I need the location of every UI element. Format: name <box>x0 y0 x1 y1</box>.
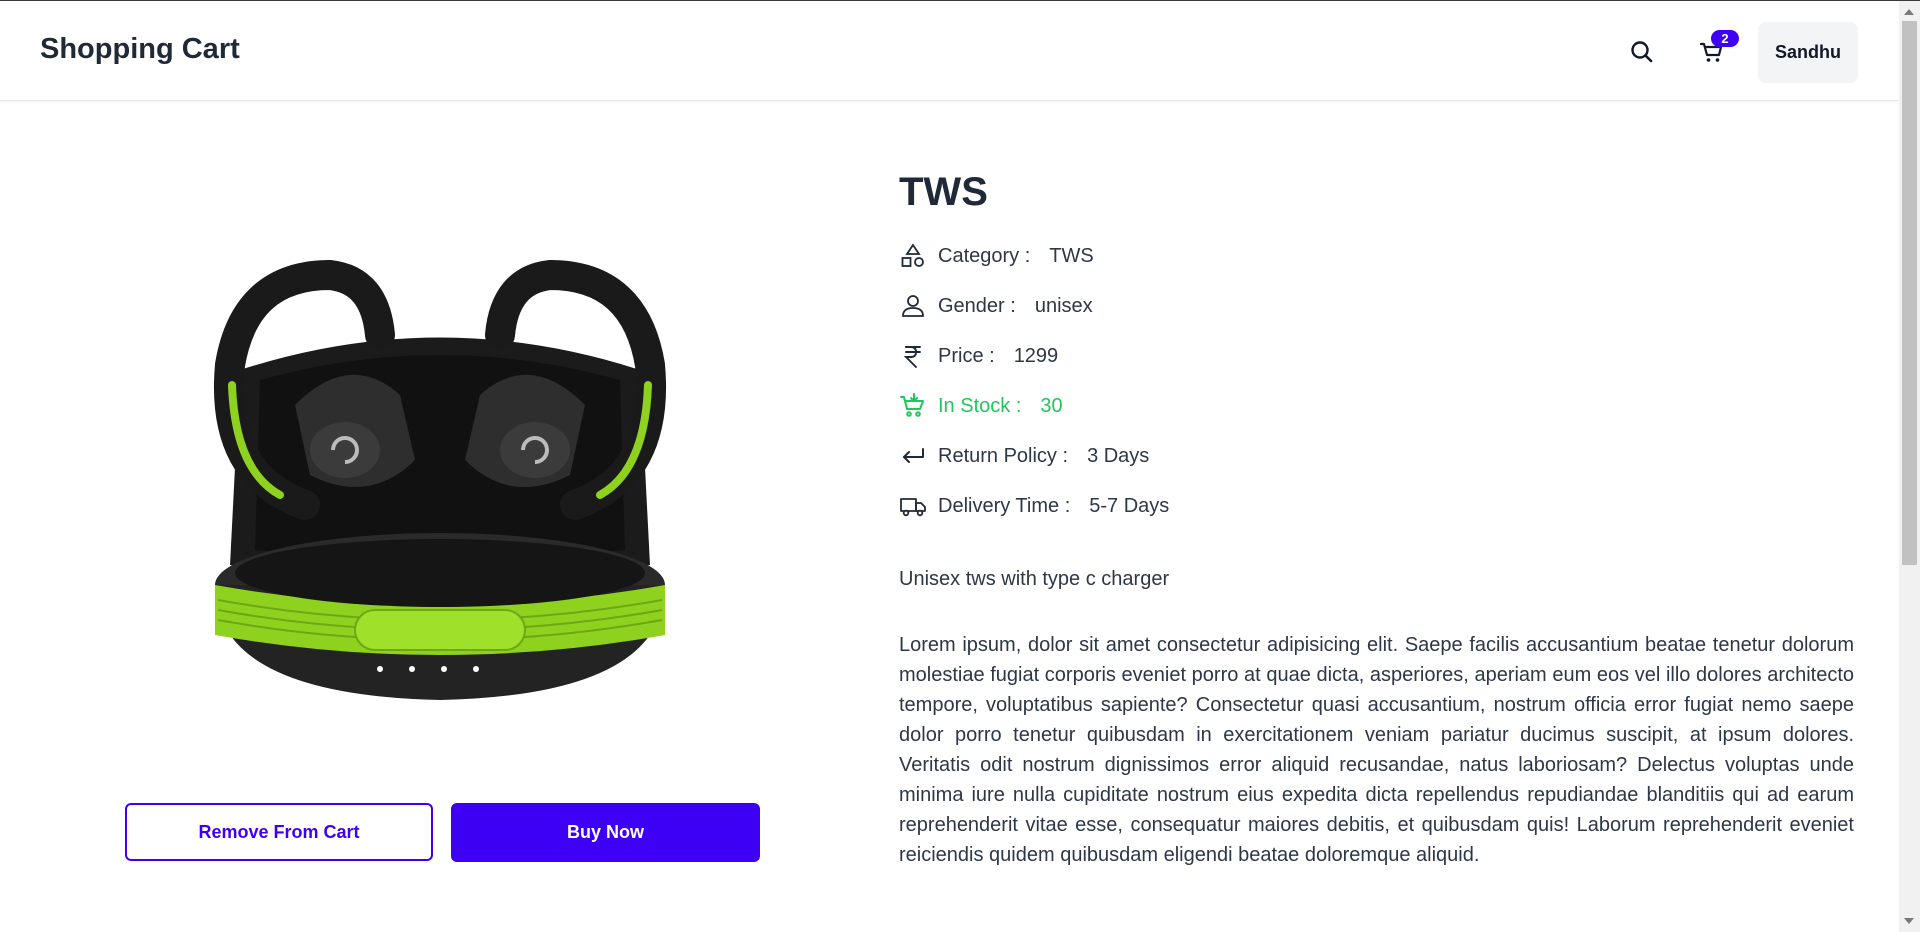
spec-value: 1299 <box>1013 344 1059 367</box>
spec-label: Gender : <box>938 294 1016 317</box>
truck-icon <box>899 492 927 520</box>
spec-label: Price : <box>938 344 995 367</box>
spec-value: 5-7 Days <box>1089 494 1170 517</box>
spec-price: Price : 1299 <box>899 340 1058 372</box>
spec-label: Category : <box>938 244 1031 267</box>
shapes-icon <box>899 242 927 270</box>
spec-label: Delivery Time : <box>938 494 1071 517</box>
wireless-earbuds-product-image <box>214 259 666 700</box>
spec-value: unisex <box>1034 294 1093 317</box>
cart-count-badge: 2 <box>1711 30 1739 47</box>
product-long-description: Lorem ipsum, dolor sit amet consectetur … <box>899 634 1854 866</box>
search-button[interactable] <box>1627 37 1657 67</box>
buy-now-button[interactable]: Buy Now <box>451 803 760 862</box>
return-arrow-icon <box>899 442 927 470</box>
spec-delivery-time: Delivery Time : 5-7 Days <box>899 490 1169 522</box>
scroll-up-arrow-icon[interactable] <box>1904 9 1914 15</box>
spec-gender: Gender : unisex <box>899 290 1093 322</box>
person-icon <box>899 292 927 320</box>
spec-stock: In Stock : 30 <box>899 390 1063 422</box>
product-short-description: Unisex tws with type c charger <box>899 568 1170 590</box>
product-image <box>200 255 680 715</box>
search-icon <box>1631 41 1653 63</box>
navbar: Shopping Cart 2 Sandhu <box>0 1 1899 101</box>
user-menu-button[interactable]: Sandhu <box>1758 22 1858 83</box>
remove-from-cart-button[interactable]: Remove From Cart <box>125 803 433 861</box>
scrollbar-thumb[interactable] <box>1902 21 1917 565</box>
rupee-icon <box>899 342 927 370</box>
spec-label: In Stock : <box>938 394 1022 417</box>
scroll-down-arrow-icon[interactable] <box>1904 918 1914 924</box>
spec-value: 30 <box>1040 394 1063 417</box>
product-title: TWS <box>899 170 988 214</box>
spec-label: Return Policy : <box>938 444 1069 467</box>
brand-title[interactable]: Shopping Cart <box>40 33 240 66</box>
spec-return-policy: Return Policy : 3 Days <box>899 440 1149 472</box>
page-scrollbar[interactable] <box>1899 1 1920 932</box>
spec-category: Category : TWS <box>899 240 1094 272</box>
cart-stock-icon <box>899 392 927 420</box>
spec-value: TWS <box>1049 244 1094 267</box>
spec-value: 3 Days <box>1087 444 1150 467</box>
